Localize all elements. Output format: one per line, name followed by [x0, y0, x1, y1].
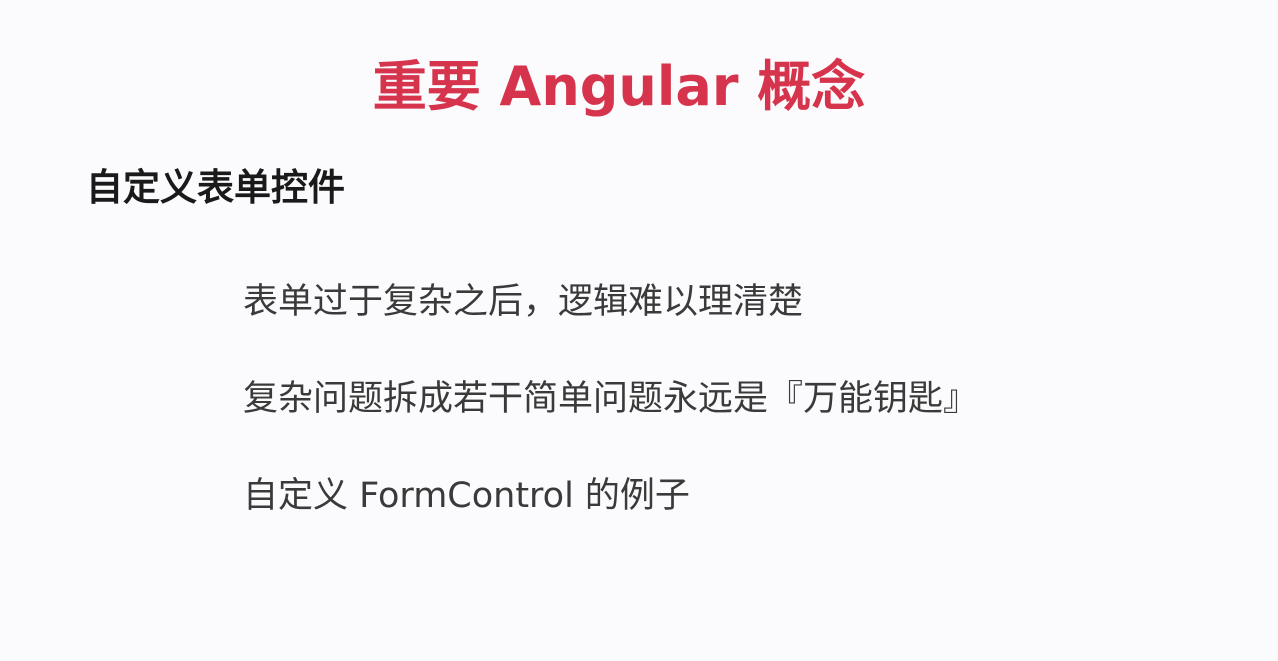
slide: 重要 Angular 概念 自定义表单控件 表单过于复杂之后，逻辑难以理清楚 复…	[0, 0, 1278, 661]
bullet-item: 自定义 FormControl 的例子	[243, 476, 690, 516]
bullet-item: 表单过于复杂之后，逻辑难以理清楚	[243, 282, 804, 322]
slide-title: 重要 Angular 概念	[372, 55, 866, 118]
bullet-item: 复杂问题拆成若干简单问题永远是『万能钥匙』	[243, 379, 979, 419]
section-heading: 自定义表单控件	[86, 166, 345, 209]
bullet-list: 表单过于复杂之后，逻辑难以理清楚 复杂问题拆成若干简单问题永远是『万能钥匙』 自…	[243, 276, 978, 567]
